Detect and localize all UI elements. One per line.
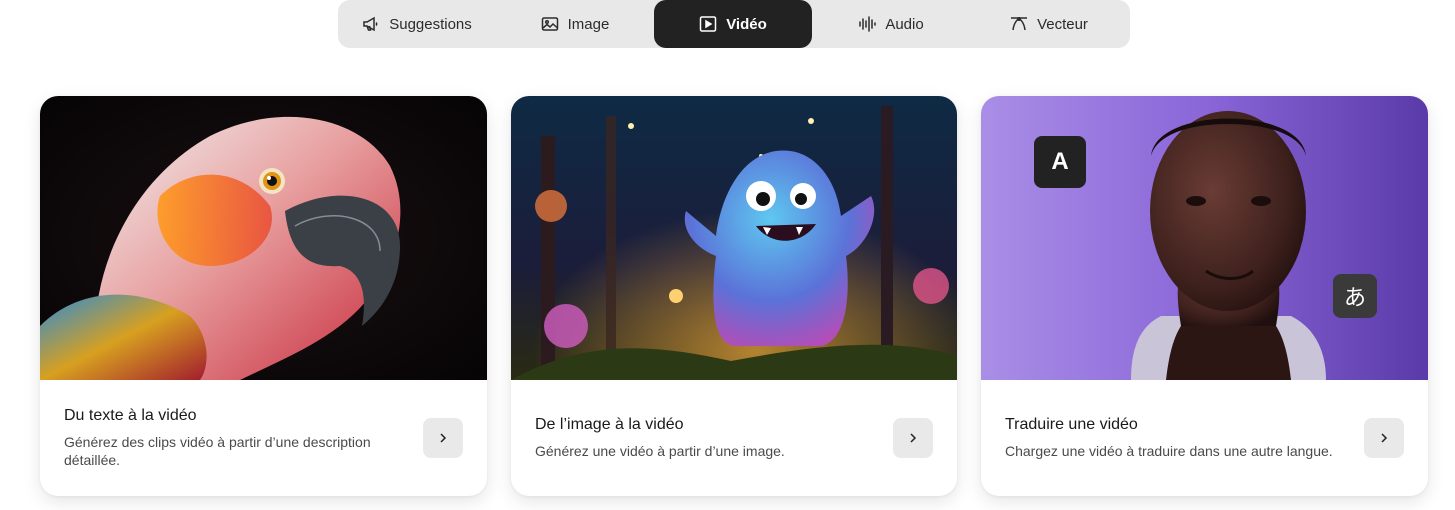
open-card-button[interactable] bbox=[1364, 418, 1404, 458]
tab-suggestions[interactable]: Suggestions bbox=[338, 0, 496, 48]
tab-label: Audio bbox=[885, 15, 924, 33]
waveform-icon bbox=[858, 15, 877, 33]
tab-label: Vidéo bbox=[726, 15, 767, 33]
card-body: Du texte à la vidéo Générez des clips vi… bbox=[40, 380, 487, 496]
target-language-bubble-icon: あ bbox=[1333, 274, 1377, 318]
tab-video[interactable]: Vidéo bbox=[654, 0, 812, 48]
tab-label: Suggestions bbox=[389, 15, 472, 33]
open-card-button[interactable] bbox=[423, 418, 463, 458]
tab-image[interactable]: Image bbox=[496, 0, 654, 48]
chevron-right-icon bbox=[440, 433, 447, 443]
source-language-bubble-icon: A bbox=[1034, 136, 1086, 188]
card-body: De l’image à la vidéo Générez une vidéo … bbox=[511, 380, 957, 496]
vector-curve-icon bbox=[1010, 15, 1028, 33]
content-type-tabbar: Suggestions Image Vidéo Audio Vecteur bbox=[338, 0, 1130, 48]
tab-audio[interactable]: Audio bbox=[812, 0, 970, 48]
card-title: Du texte à la vidéo bbox=[64, 407, 197, 424]
card-description: Générez une vidéo à partir d’une image. bbox=[535, 443, 785, 459]
parrot-photo bbox=[40, 96, 487, 380]
image-icon bbox=[541, 15, 559, 33]
card-translate-video[interactable]: A あ Traduire une vidéo Chargez une vidéo… bbox=[981, 96, 1428, 496]
card-text-to-video[interactable]: Du texte à la vidéo Générez des clips vi… bbox=[40, 96, 487, 496]
tab-label: Image bbox=[567, 15, 610, 33]
megaphone-icon bbox=[362, 15, 380, 33]
card-title: De l’image à la vidéo bbox=[535, 416, 684, 433]
video-play-icon bbox=[699, 15, 717, 33]
card-title: Traduire une vidéo bbox=[1005, 416, 1138, 433]
card-image-to-video[interactable]: De l’image à la vidéo Générez une vidéo … bbox=[511, 96, 957, 496]
card-body: Traduire une vidéo Chargez une vidéo à t… bbox=[981, 380, 1428, 496]
chevron-right-icon bbox=[1381, 433, 1388, 443]
man-portrait-photo: A あ bbox=[981, 96, 1428, 380]
chevron-right-icon bbox=[910, 433, 917, 443]
tab-vecteur[interactable]: Vecteur bbox=[970, 0, 1128, 48]
card-description: Chargez une vidéo à traduire dans une au… bbox=[1005, 443, 1333, 459]
fluffy-monster-photo bbox=[511, 96, 957, 380]
tab-label: Vecteur bbox=[1037, 15, 1088, 33]
open-card-button[interactable] bbox=[893, 418, 933, 458]
card-description: Générez des clips vidéo à partir d’une d… bbox=[64, 434, 371, 468]
